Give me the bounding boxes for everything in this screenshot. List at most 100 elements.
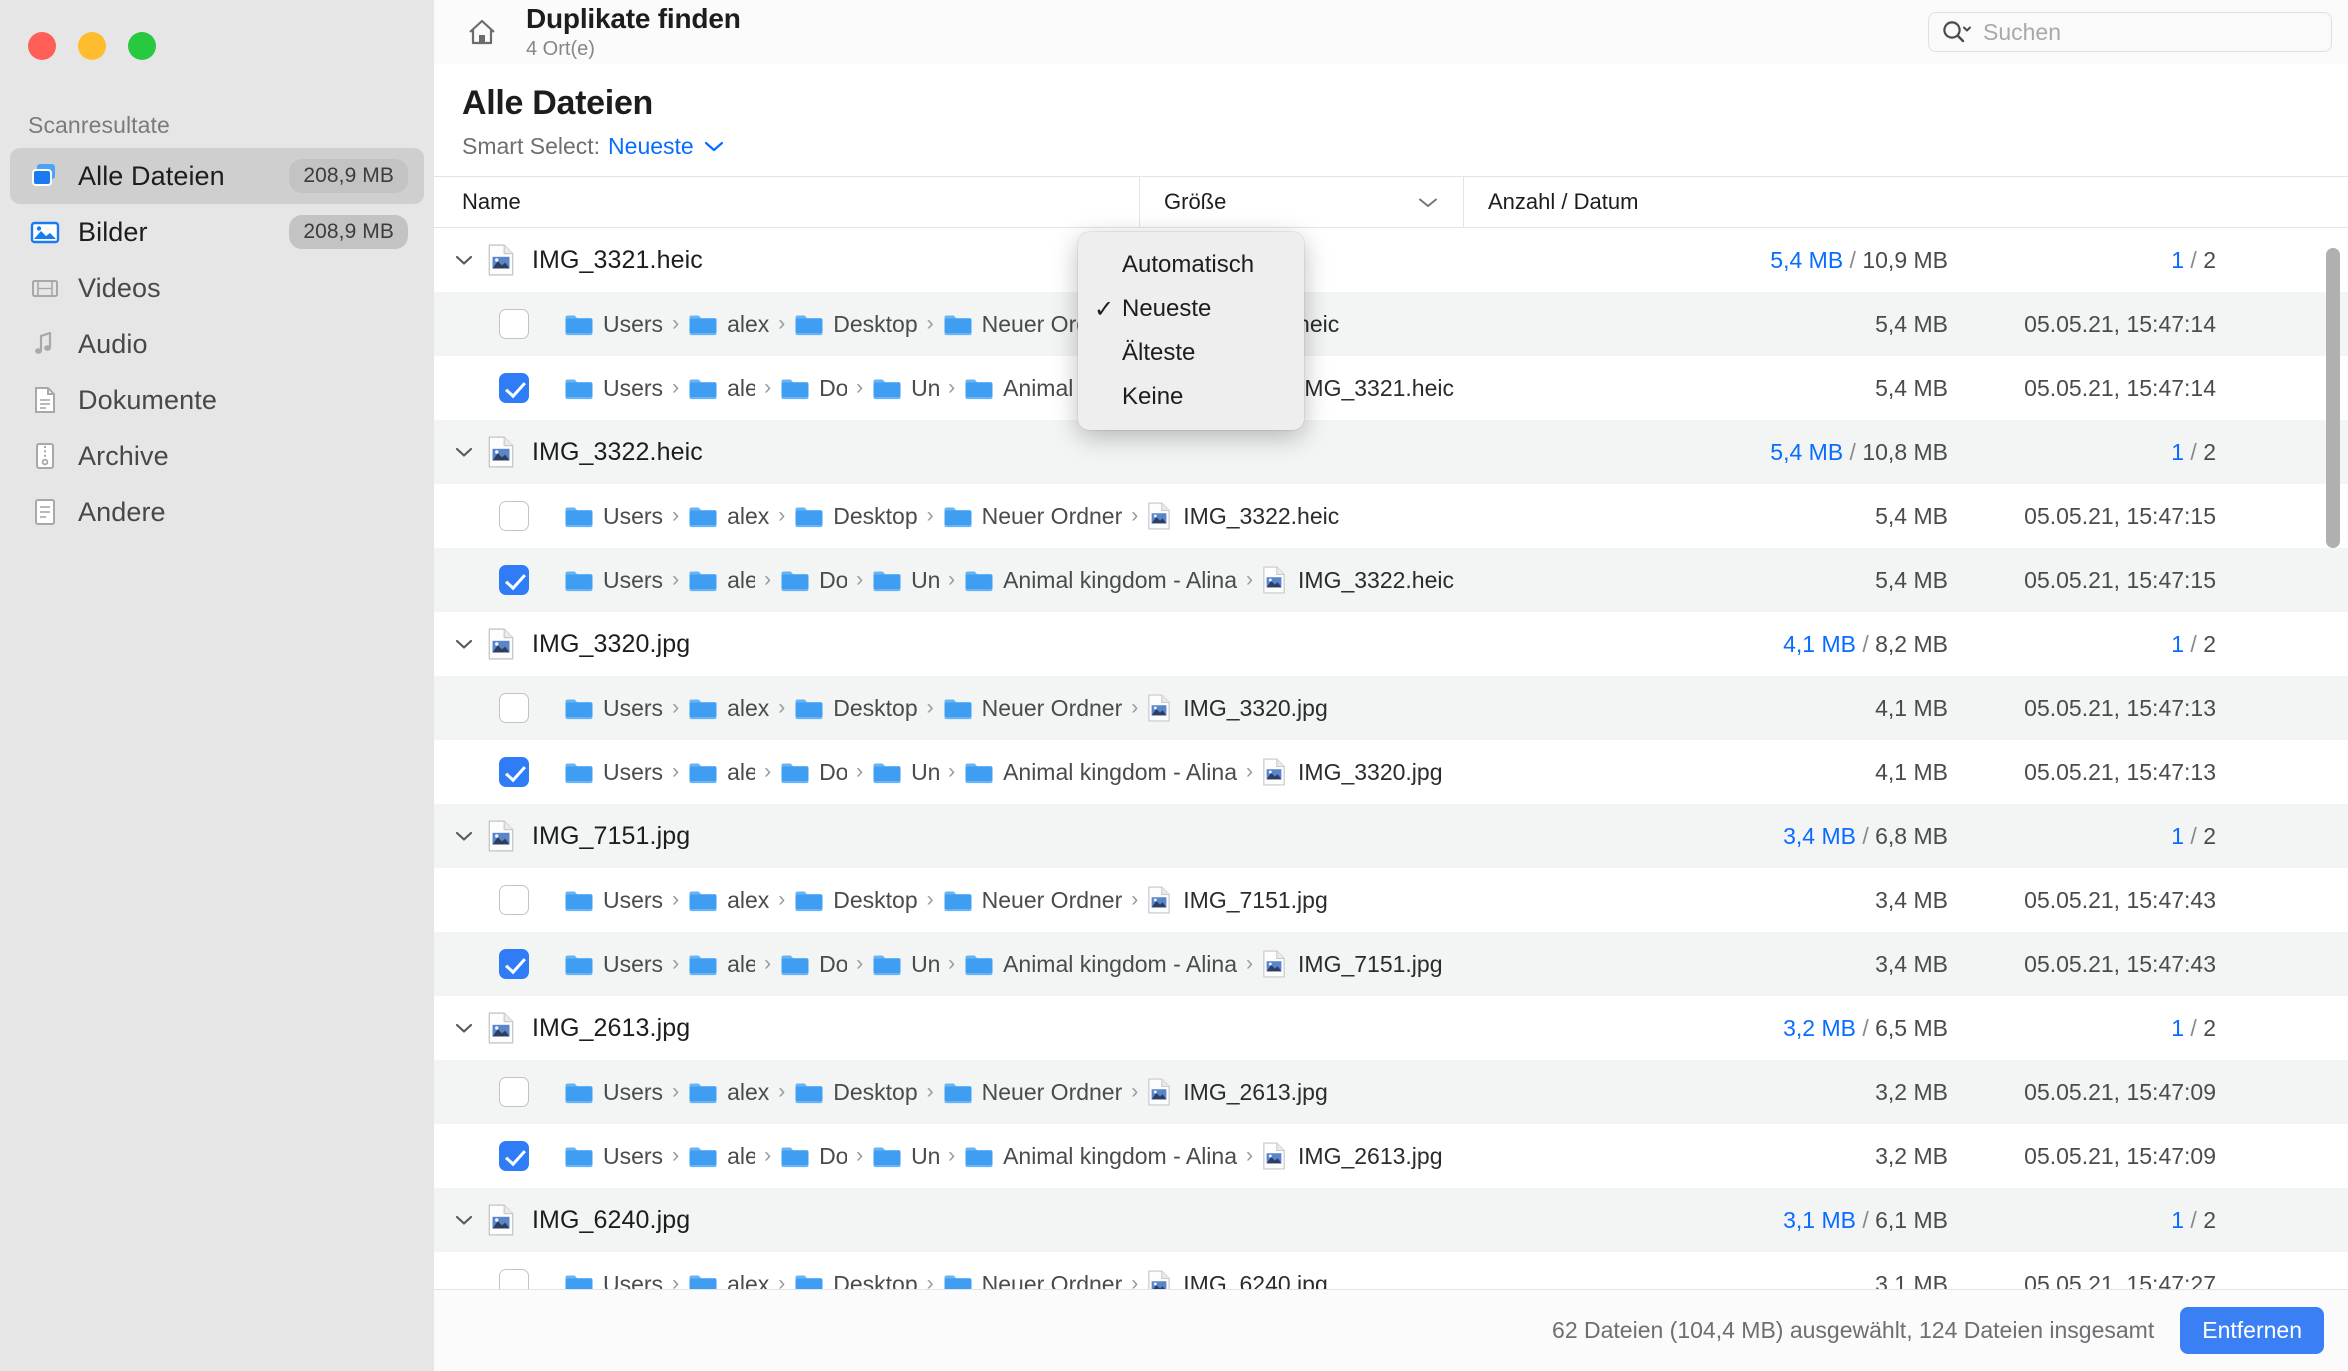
file-select-checkbox[interactable] [486,1269,542,1289]
chevron-down-icon[interactable] [444,829,484,843]
file-select-checkbox[interactable] [486,373,542,403]
breadcrumb-folder[interactable]: Users [564,1143,663,1170]
checkbox-box[interactable] [499,949,529,979]
file-path-row[interactable]: Users › alex › Desktop › Neuer Ordner › IMG_3320… [434,676,2348,740]
file-group-row[interactable]: IMG_2613.jpg 3,2 MB / 6,5 MB 1 / 2 [434,996,2348,1060]
file-select-checkbox[interactable] [486,309,542,339]
file-path-row[interactable]: Users›alex›Desktop›Neuer Ordner›IMG_3321… [434,292,2348,356]
breadcrumb-folder[interactable]: Desktop [794,1271,918,1289]
checkbox-box[interactable] [499,309,529,339]
file-select-checkbox[interactable] [486,949,542,979]
breadcrumb-folder[interactable]: Unterordner [872,951,939,978]
file-select-checkbox[interactable] [486,565,542,595]
column-header-size[interactable]: Größe [1139,177,1463,227]
breadcrumb-folder[interactable]: Neuer Ordner [943,1079,1122,1106]
sidebar-item-andere[interactable]: Andere [10,484,424,540]
file-select-checkbox[interactable] [486,1141,542,1171]
chevron-down-icon[interactable] [444,1213,484,1227]
chevron-down-icon[interactable] [703,139,725,153]
file-path-row[interactable]: Users›alex›Documents›Unterordner›Animal … [434,356,2348,420]
breadcrumb-folder[interactable]: alex [688,759,755,786]
file-select-checkbox[interactable] [486,501,542,531]
breadcrumb-folder[interactable]: alex [688,1079,769,1106]
checkbox-box[interactable] [499,693,529,723]
close-button[interactable] [28,32,56,60]
smart-select-value[interactable]: Neueste [608,133,694,160]
menu-item-keine[interactable]: Keine [1078,375,1304,419]
breadcrumb-folder[interactable]: Documents [780,375,847,402]
breadcrumb-folder[interactable]: Desktop [794,1079,918,1106]
chevron-down-icon[interactable] [444,1021,484,1035]
sort-chevron-down-icon[interactable] [1417,189,1439,215]
file-path-row[interactable]: Users›alex›Documents›Unterordner›Animal … [434,932,2348,996]
breadcrumb-folder[interactable]: Users [564,887,663,914]
breadcrumb-folder[interactable]: Animal kingdom - Alina [964,567,1237,594]
file-group-row[interactable]: IMG_3322.heic 5,4 MB / 10,8 MB 1 / 2 [434,420,2348,484]
file-group-row[interactable]: IMG_3321.heic 5,4 MB / 10,9 MB 1 / 2 [434,228,2348,292]
file-group-row[interactable]: IMG_3320.jpg 4,1 MB / 8,2 MB 1 / 2 [434,612,2348,676]
file-select-checkbox[interactable] [486,1077,542,1107]
breadcrumb-file[interactable]: IMG_2613.jpg [1262,1141,1443,1171]
breadcrumb-file[interactable]: IMG_6240.jpg [1147,1269,1328,1289]
breadcrumb-folder[interactable]: Users [564,759,663,786]
breadcrumb-folder[interactable]: Users [564,695,663,722]
file-select-checkbox[interactable] [486,757,542,787]
breadcrumb-file[interactable]: IMG_7151.jpg [1262,949,1443,979]
breadcrumb-folder[interactable]: Unterordner [872,1143,939,1170]
file-select-checkbox[interactable] [486,885,542,915]
breadcrumb-folder[interactable]: Desktop [794,887,918,914]
breadcrumb-folder[interactable]: Unterordner [872,759,939,786]
file-group-row[interactable]: IMG_7151.jpg 3,4 MB / 6,8 MB 1 / 2 [434,804,2348,868]
vertical-scrollbar-thumb[interactable] [2326,248,2340,548]
checkbox-box[interactable] [499,885,529,915]
breadcrumb-folder[interactable]: Users [564,503,663,530]
menu-item--lteste[interactable]: Älteste [1078,331,1304,375]
chevron-down-icon[interactable] [444,445,484,459]
smart-select-dropdown-menu[interactable]: Automatisch ✓ Neueste Älteste Keine [1078,232,1304,430]
breadcrumb-folder[interactable]: alex [688,695,769,722]
file-path-row[interactable]: Users›alex›Documents›Unterordner›Animal … [434,740,2348,804]
breadcrumb-folder[interactable]: alex [688,1143,755,1170]
breadcrumb-folder[interactable]: Animal kingdom - Alina [964,1143,1237,1170]
zoom-button[interactable] [128,32,156,60]
breadcrumb-folder[interactable]: Neuer Ordner [943,1271,1122,1289]
sidebar-item-archive[interactable]: Archive [10,428,424,484]
breadcrumb-folder[interactable]: alex [688,951,755,978]
breadcrumb-file[interactable]: IMG_3320.jpg [1147,693,1328,723]
file-group-row[interactable]: IMG_6240.jpg 3,1 MB / 6,1 MB 1 / 2 [434,1188,2348,1252]
minimize-button[interactable] [78,32,106,60]
breadcrumb-folder[interactable]: alex [688,503,769,530]
breadcrumb-file[interactable]: IMG_3320.jpg [1262,757,1443,787]
chevron-down-icon[interactable] [444,637,484,651]
breadcrumb-folder[interactable]: alex [688,887,769,914]
sidebar-item-bilder[interactable]: Bilder 208,9 MB [10,204,424,260]
breadcrumb-folder[interactable]: Neuer Ordner [943,887,1122,914]
file-path-row[interactable]: Users › alex › Desktop › Neuer Ordner › IMG_7151… [434,868,2348,932]
menu-item-neueste[interactable]: ✓ Neueste [1078,287,1304,331]
checkbox-box[interactable] [499,757,529,787]
breadcrumb-folder[interactable]: Documents [780,951,847,978]
file-path-row[interactable]: Users › alex › Desktop › Neuer Ordner › IMG_2613… [434,1060,2348,1124]
breadcrumb-folder[interactable]: Users [564,311,663,338]
breadcrumb-file[interactable]: IMG_3322.heic [1262,565,1454,595]
file-path-row[interactable]: Users›alex›Documents›Unterordner›Animal … [434,1124,2348,1188]
breadcrumb-folder[interactable]: alex [688,311,769,338]
breadcrumb-folder[interactable]: Desktop [794,311,918,338]
breadcrumb-folder[interactable]: Users [564,1271,663,1289]
checkbox-box[interactable] [499,1269,529,1289]
search-icon[interactable] [1941,19,1975,45]
breadcrumb-folder[interactable]: Documents [780,1143,847,1170]
breadcrumb-folder[interactable]: Desktop [794,695,918,722]
file-path-row[interactable]: Users › alex › Desktop › Neuer Ordner › IMG_6240… [434,1252,2348,1289]
sidebar-item-audio[interactable]: Audio [10,316,424,372]
checkbox-box[interactable] [499,1141,529,1171]
column-header-name[interactable]: Name [434,177,1139,227]
menu-item-automatisch[interactable]: Automatisch [1078,243,1304,287]
file-path-row[interactable]: Users › alex › Desktop › Neuer Ordner › IMG_3322… [434,484,2348,548]
breadcrumb-folder[interactable]: Documents [780,759,847,786]
file-select-checkbox[interactable] [486,693,542,723]
search-field[interactable]: Suchen [1928,12,2332,52]
sidebar-item-dokumente[interactable]: Dokumente [10,372,424,428]
breadcrumb-folder[interactable]: Neuer Ordner [943,503,1122,530]
breadcrumb-folder[interactable]: Users [564,375,663,402]
